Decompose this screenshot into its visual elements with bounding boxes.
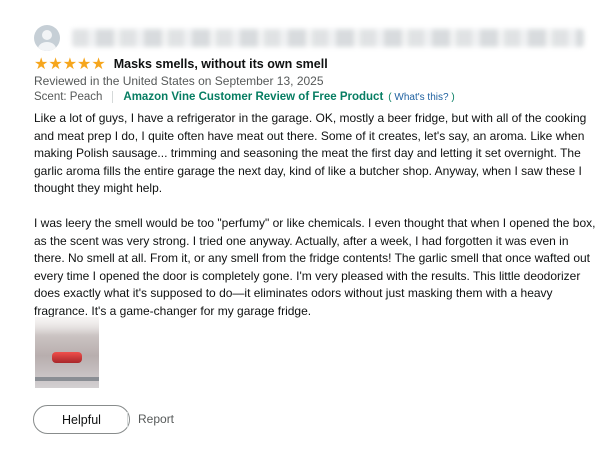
reviewer-header xyxy=(34,25,584,51)
divider xyxy=(127,412,128,428)
vine-badge: Amazon Vine Customer Review of Free Prod… xyxy=(123,91,384,103)
review-title[interactable]: Masks smells, without its own smell xyxy=(114,57,328,71)
helpful-button[interactable]: Helpful xyxy=(33,405,130,434)
report-link[interactable]: Report xyxy=(138,412,174,426)
review-body: Like a lot of guys, I have a refrigerato… xyxy=(34,110,600,321)
review-image-thumbnail[interactable] xyxy=(35,317,99,388)
review-paragraph: I was leery the smell would be too "perf… xyxy=(34,215,596,318)
star-icon: ★ xyxy=(62,54,78,73)
whats-this-wrapper: ( What's this? ) xyxy=(388,91,455,103)
review-attributes: Scent: Peach Amazon Vine Customer Review… xyxy=(34,91,455,103)
star-icon: ★ xyxy=(34,54,49,73)
review-title-row: ★ ★ ★ ★ ★ Masks smells, without its own … xyxy=(34,55,328,73)
divider xyxy=(112,91,114,103)
scent-variant: Scent: Peach xyxy=(34,91,103,103)
star-icon: ★ xyxy=(77,54,92,73)
star-rating[interactable]: ★ ★ ★ ★ ★ xyxy=(34,56,106,72)
star-icon: ★ xyxy=(91,54,106,73)
review-paragraph: Like a lot of guys, I have a refrigerato… xyxy=(34,111,587,196)
avatar-icon[interactable] xyxy=(34,25,60,51)
reviewer-name-redacted xyxy=(72,29,584,47)
star-icon: ★ xyxy=(48,54,63,73)
review-date: Reviewed in the United States on Septemb… xyxy=(34,74,324,88)
whats-this-link[interactable]: What's this? xyxy=(394,92,448,103)
